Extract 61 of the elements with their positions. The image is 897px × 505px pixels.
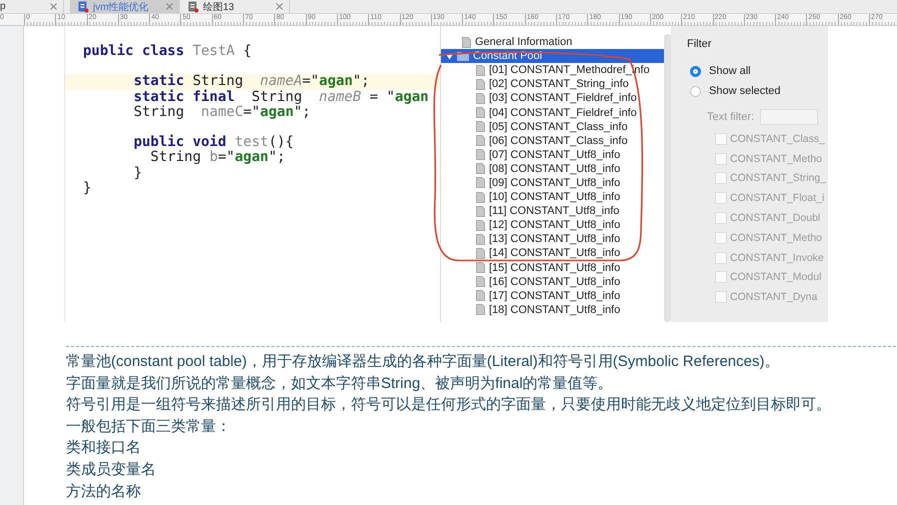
tree-item[interactable]: [11] CONSTANT_Utf8_info <box>441 204 664 218</box>
text-line: 一般包括下面三类常量： <box>66 416 232 437</box>
document-icon <box>476 177 485 188</box>
document-icon <box>476 262 485 274</box>
text-line: 类成员变量名 <box>66 460 157 480</box>
text-line: 类和接口名 <box>66 438 142 458</box>
tree-item[interactable]: [13] CONSTANT_Utf8_info <box>441 232 664 246</box>
document-icon <box>476 304 485 316</box>
scrollbar[interactable] <box>664 34 671 322</box>
document-icon <box>476 234 485 245</box>
text-line: 字面量就是我们所说的常量概念，如文本字符串String、被声明为final的常量值等。 <box>66 374 614 394</box>
tree-item[interactable]: [09] CONSTANT_Utf8_info <box>441 176 664 190</box>
tree-item[interactable]: [06] CONSTANT_Class_info <box>441 134 664 148</box>
document-icon <box>476 107 485 118</box>
document-icon <box>476 64 485 76</box>
document-icon <box>476 206 485 217</box>
tree-item[interactable]: [05] CONSTANT_Class_info <box>441 120 664 134</box>
document-icon <box>476 78 485 90</box>
expanded-triangle-icon <box>446 52 453 60</box>
document-icon <box>476 192 485 203</box>
document-icon <box>476 276 485 288</box>
tab[interactable]: p <box>0 0 64 13</box>
document-icon <box>476 248 485 259</box>
code-line: public class TestA { <box>82 44 253 60</box>
radio-button[interactable]: Show selected <box>690 81 826 101</box>
tree-item[interactable]: [10] CONSTANT_Utf8_info <box>441 190 664 204</box>
document-icon <box>476 220 485 231</box>
tree-item[interactable]: [18] CONSTANT_Utf8_info <box>441 302 664 317</box>
tree-item[interactable]: [08] CONSTANT_Utf8_info <box>441 162 664 176</box>
tree-item[interactable]: [04] CONSTANT_Fieldref_info <box>441 105 664 120</box>
code-line: String b="agan"; <box>150 150 286 166</box>
document-icon <box>476 149 485 160</box>
code-line: } <box>82 180 92 196</box>
close-icon <box>50 3 57 10</box>
radio-button[interactable]: Show all <box>690 61 826 81</box>
group-title: Filter <box>687 38 712 50</box>
code-line: String nameC="agan"; <box>132 104 312 120</box>
code-line: static final String nameB = "agan <box>132 90 430 105</box>
code-line: public void test(){ <box>132 135 295 150</box>
tree-item[interactable]: [17] CONSTANT_Utf8_info <box>441 288 664 303</box>
document-icon <box>476 92 485 104</box>
code-line: } <box>132 166 144 181</box>
tab[interactable]: 绘图13 <box>180 0 290 13</box>
document-icon <box>476 121 485 132</box>
tree-item[interactable]: [02] CONSTANT_String_info <box>441 77 664 92</box>
tree-item[interactable]: [07] CONSTANT_Utf8_info <box>441 148 664 162</box>
document-icon <box>462 36 471 48</box>
close-icon <box>166 3 173 10</box>
text-line: 方法的名称 <box>66 482 142 502</box>
document-icon <box>476 163 485 174</box>
tree-item[interactable]: [12] CONSTANT_Utf8_info <box>441 218 664 232</box>
tree-item[interactable]: [14] CONSTANT_Utf8_info <box>441 246 664 260</box>
tree-item[interactable]: [03] CONSTANT_Fieldref_info <box>441 91 664 106</box>
document-icon <box>476 290 485 302</box>
tree-item[interactable]: [15] CONSTANT_Utf8_info <box>441 260 664 275</box>
field-label: Text filter: <box>707 111 754 123</box>
tree-item[interactable]: General Information <box>441 35 664 50</box>
text-line: 常量池(constant pool table)，用于存放编译器生成的各种字面量(Literal)和符号引用(Symbolic References)。 <box>66 352 780 372</box>
text-line: 符号引用是一组符号来描述所引用的目标，符号可以是任何形式的字面量，只要使用时能无歧义地定位到目标即可。 <box>66 395 832 416</box>
close-icon <box>276 3 283 10</box>
document-icon <box>476 135 485 146</box>
